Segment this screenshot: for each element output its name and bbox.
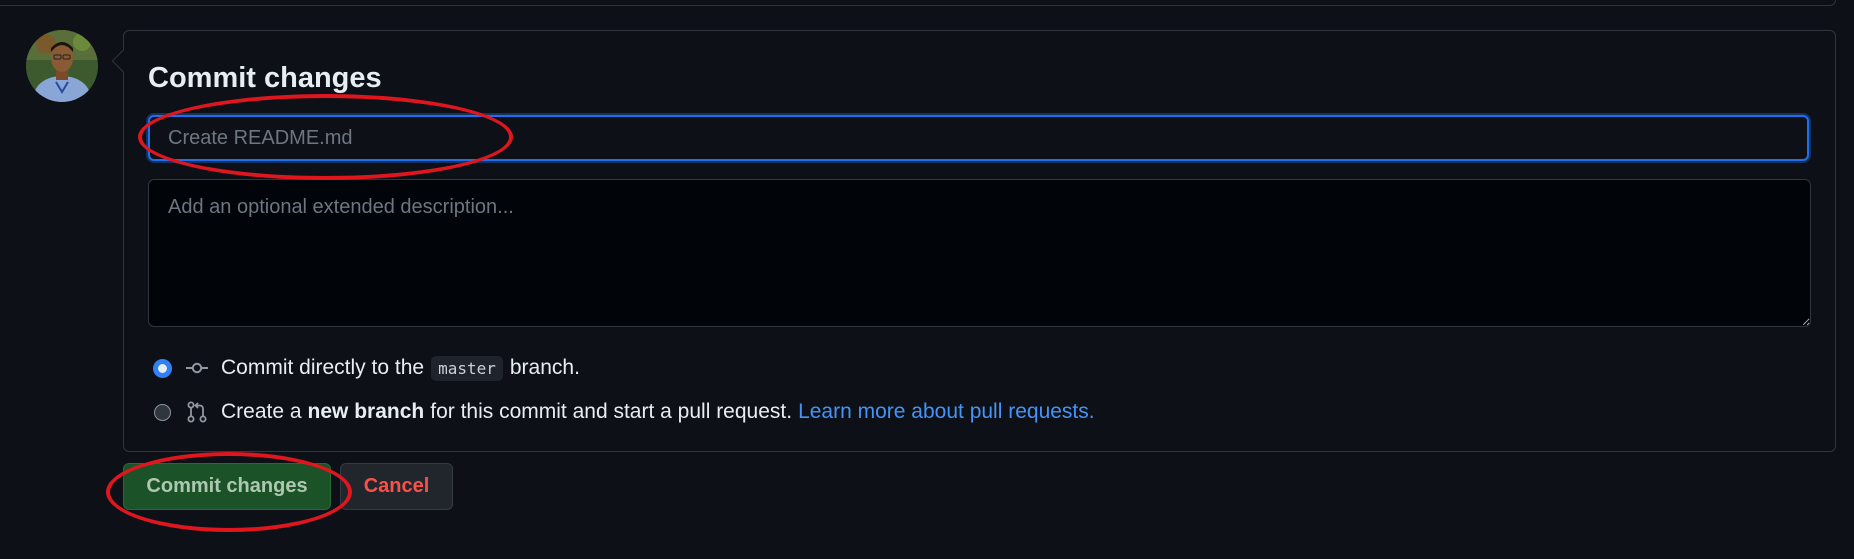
user-avatar[interactable] [26,30,98,102]
commit-heading: Commit changes [148,62,382,94]
learn-more-link[interactable]: Learn more about pull requests. [798,400,1095,424]
commit-summary-input[interactable] [148,115,1809,161]
commit-changes-button[interactable]: Commit changes [123,463,331,510]
commit-panel: Commit changes Commit directly to the ma… [123,30,1836,452]
option-text-before: Create a [221,400,302,423]
commit-page: Commit changes Commit directly to the ma… [0,0,1854,559]
radio-commit-directly[interactable] [154,359,171,377]
commit-description-input[interactable] [148,179,1811,327]
option-commit-directly[interactable]: Commit directly to the master branch. [154,353,580,383]
top-divider [0,0,1836,6]
option-text-after: branch. [509,356,580,379]
option-text-before: Commit directly to the [221,356,425,379]
avatar-image [26,30,98,102]
git-pull-request-icon [187,401,207,423]
option-bold-text: new branch [307,400,425,423]
radio-new-branch[interactable] [154,403,171,421]
option-new-branch[interactable]: Create a new branch for this commit and … [154,397,1095,427]
cancel-button[interactable]: Cancel [340,463,453,510]
git-commit-icon [186,362,208,374]
branch-name-badge: master [431,355,503,381]
option-text-after: for this commit and start a pull request… [430,400,793,423]
